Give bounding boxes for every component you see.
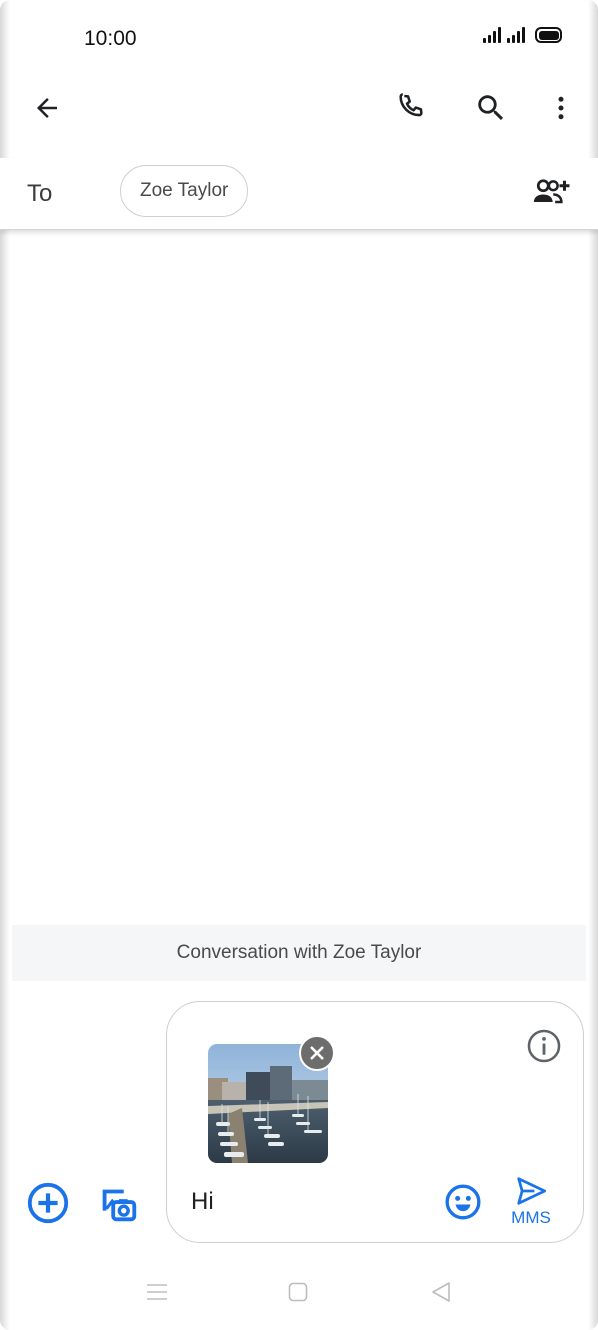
- call-button[interactable]: [388, 84, 436, 132]
- recipient-row: To Zoe Taylor: [0, 158, 598, 230]
- compose-box: Hi MMS: [166, 1001, 584, 1243]
- more-options-button[interactable]: [537, 84, 585, 132]
- navigation-bar: [0, 1266, 598, 1316]
- add-circle-icon: [27, 1182, 69, 1224]
- arrow-left-icon: [37, 98, 57, 118]
- signal-icon: [483, 27, 501, 43]
- person-add-icon: [533, 179, 570, 204]
- back-button[interactable]: [23, 84, 71, 132]
- more-vert-icon: [558, 96, 564, 120]
- home-icon[interactable]: [288, 1282, 308, 1302]
- info-icon: [527, 1029, 561, 1063]
- send-button[interactable]: MMS: [501, 1176, 561, 1232]
- phone-icon: [399, 93, 423, 117]
- status-icons: [483, 27, 562, 43]
- close-icon: [310, 1046, 324, 1060]
- message-input[interactable]: Hi: [191, 1188, 214, 1216]
- message-info-button[interactable]: [520, 1022, 568, 1070]
- recipient-chip[interactable]: Zoe Taylor: [120, 165, 249, 217]
- search-icon: [478, 95, 504, 121]
- status-bar: 10:00: [0, 0, 598, 76]
- send-icon: [517, 1177, 546, 1205]
- conversation-banner: Conversation with Zoe Taylor: [12, 925, 586, 981]
- emoji-icon: [445, 1184, 481, 1220]
- back-nav-icon[interactable]: [430, 1281, 452, 1303]
- battery-icon: [535, 27, 562, 43]
- recent-apps-icon[interactable]: [146, 1282, 168, 1302]
- remove-attachment-button[interactable]: [299, 1035, 335, 1071]
- add-recipient-button[interactable]: [528, 168, 576, 216]
- signal-icon-2: [507, 27, 525, 43]
- gallery-camera-icon: [102, 1189, 137, 1222]
- status-time: 10:00: [84, 27, 137, 50]
- emoji-button[interactable]: [439, 1178, 487, 1226]
- app-bar: [0, 76, 598, 140]
- attach-button[interactable]: [24, 1179, 72, 1227]
- gallery-button[interactable]: [94, 1179, 142, 1227]
- to-label: To: [27, 180, 53, 207]
- search-button[interactable]: [467, 84, 515, 132]
- send-type-label: MMS: [511, 1208, 551, 1227]
